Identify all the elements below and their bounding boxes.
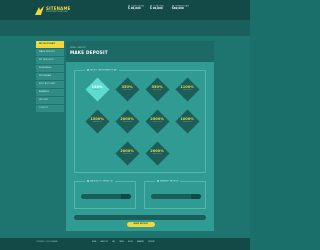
plan-term: AFTER 20 DAYS [122,153,132,155]
amount-panel: AMOUNT TO SPEND ($) [74,180,136,209]
plan-option[interactable]: 550% AFTER 5 DAYS [144,76,170,102]
header-stat-value: $ 00,000 [150,7,163,11]
header-stat-value: $00,000 [172,7,184,11]
sidebar-item-withdraw[interactable]: WITHDRAW [36,73,64,80]
plan-option[interactable]: 2000% AFTER 25 DAYS [144,140,170,166]
breadcrumb: HOME > DEPOSIT [70,47,86,49]
bullet-icon [157,180,160,183]
footer: COPYRIGHT © 2016 SITENAME HOME ABOUT US … [0,238,250,250]
footer-link-about[interactable]: ABOUT US [101,242,108,243]
payment-panel-title: PAYMENT METHOD [160,180,179,183]
sidebar-item-my-account[interactable]: MY ACCOUNT [36,41,64,48]
content-header: HOME > DEPOSIT MAKE DEPOSIT [66,41,214,62]
plan-option[interactable]: 350% AFTER 3 DAYS [114,76,140,102]
plan-term: AFTER 25 DAYS [152,153,162,155]
amount-input[interactable] [81,194,131,199]
deposit-summary-bar[interactable] [74,215,206,220]
header-stat: RUNNING DAYS $00,000 [172,5,189,11]
sidebar-item-make-deposit[interactable]: MAKE DEPOSIT [36,49,64,56]
plan-term: AFTER 5 DAYS [152,89,162,91]
payment-method-select[interactable] [151,194,201,199]
header: SITENAME INVESTMENT PLATFORM STATS ONLIN… [0,0,250,20]
footer-link-home[interactable]: HOME [92,242,96,243]
plan-term: AFTER 7 DAYS [182,89,192,91]
header-stat-value: $ 00,000 [128,7,141,11]
header-stat: STATS ONLINE $ 00,000 [128,5,144,11]
plan-term: AFTER 12 DAYS [122,121,132,123]
footer-link-rules[interactable]: RULES [128,242,133,243]
plan-percent: 2000% [120,117,134,121]
plan-percent: 2000% [120,149,134,153]
plans-panel: SELECT INVESTMENT PLAN 140% AFTER 1 DAY … [74,69,206,173]
plan-percent: 1000% [180,117,194,121]
plan-option[interactable]: 2500% AFTER 14 DAYS [144,108,170,134]
footer-copyright: COPYRIGHT © 2016 SITENAME [36,242,58,243]
logo-icon [35,6,44,15]
brand-tagline: INVESTMENT PLATFORM [46,11,68,13]
footer-links: HOME ABOUT US FAQ NEWS RULES BANNERS SUP… [92,242,159,243]
plans-panel-title: SELECT INVESTMENT PLAN [90,69,117,72]
plan-term: AFTER 1 DAY [93,89,101,91]
amount-panel-title: AMOUNT TO SPEND ($) [90,180,113,183]
footer-link-faq[interactable]: FAQ [112,242,115,243]
amount-panel-label: AMOUNT TO SPEND ($) [85,180,115,183]
main-content: HOME > DEPOSIT MAKE DEPOSIT SELECT INVES… [66,41,214,231]
plan-option[interactable]: 1000% AFTER 15 DAYS [174,108,200,134]
amount-input-addon [121,194,131,199]
sidebar-item-my-deposits[interactable]: MY DEPOSITS [36,57,64,64]
sidebar-item-logout[interactable]: LOGOUT [36,105,64,112]
plan-percent: 1500% [90,117,104,121]
plans-panel-label: SELECT INVESTMENT PLAN [85,69,119,72]
footer-link-support[interactable]: SUPPORT [148,242,154,243]
plan-option[interactable]: 1100% AFTER 7 DAYS [174,76,200,102]
page-title: MAKE DEPOSIT [70,50,108,55]
plan-percent: 140% [91,85,103,89]
plan-term: AFTER 10 DAYS [92,121,102,123]
page: SITENAME INVESTMENT PLATFORM STATS ONLIN… [0,0,250,250]
bullet-icon [87,69,90,72]
payment-panel-label: PAYMENT METHOD [155,180,181,183]
plan-percent: 550% [151,85,163,89]
footer-link-banners[interactable]: BANNERS [137,242,144,243]
make-deposit-button[interactable]: MAKE DEPOSIT [127,222,155,227]
plan-percent: 2500% [150,117,164,121]
payment-select-addon [191,194,201,199]
plan-term: AFTER 15 DAYS [182,121,192,123]
sidebar-item-banners[interactable]: BANNERS [36,89,64,96]
plan-term: AFTER 14 DAYS [152,121,162,123]
bullet-icon [87,180,90,183]
sidebar: MY ACCOUNT MAKE DEPOSIT MY DEPOSITS REFE… [36,41,64,113]
plan-percent: 350% [121,85,133,89]
plan-percent: 2000% [150,149,164,153]
info-strip: REAL AMOUNT REAL ACCOUNT INVESTMENT REAL… [0,20,250,47]
plan-option[interactable]: 2000% AFTER 12 DAYS [114,108,140,134]
header-stat: TOTAL PAID $ 00,000 [150,5,164,11]
sidebar-item-edit-account[interactable]: EDIT ACCOUNT [36,81,64,88]
plan-term: AFTER 3 DAYS [122,89,132,91]
plan-option[interactable]: 140% AFTER 1 DAY [84,76,110,102]
sidebar-item-referrals[interactable]: REFERRALS [36,65,64,72]
sidebar-item-history[interactable]: HISTORY [36,97,64,104]
plan-option[interactable]: 1500% AFTER 10 DAYS [84,108,110,134]
plan-option[interactable]: 2000% AFTER 20 DAYS [114,140,140,166]
plan-percent: 1100% [180,85,194,89]
payment-panel: PAYMENT METHOD [144,180,206,209]
footer-link-news[interactable]: NEWS [119,242,123,243]
